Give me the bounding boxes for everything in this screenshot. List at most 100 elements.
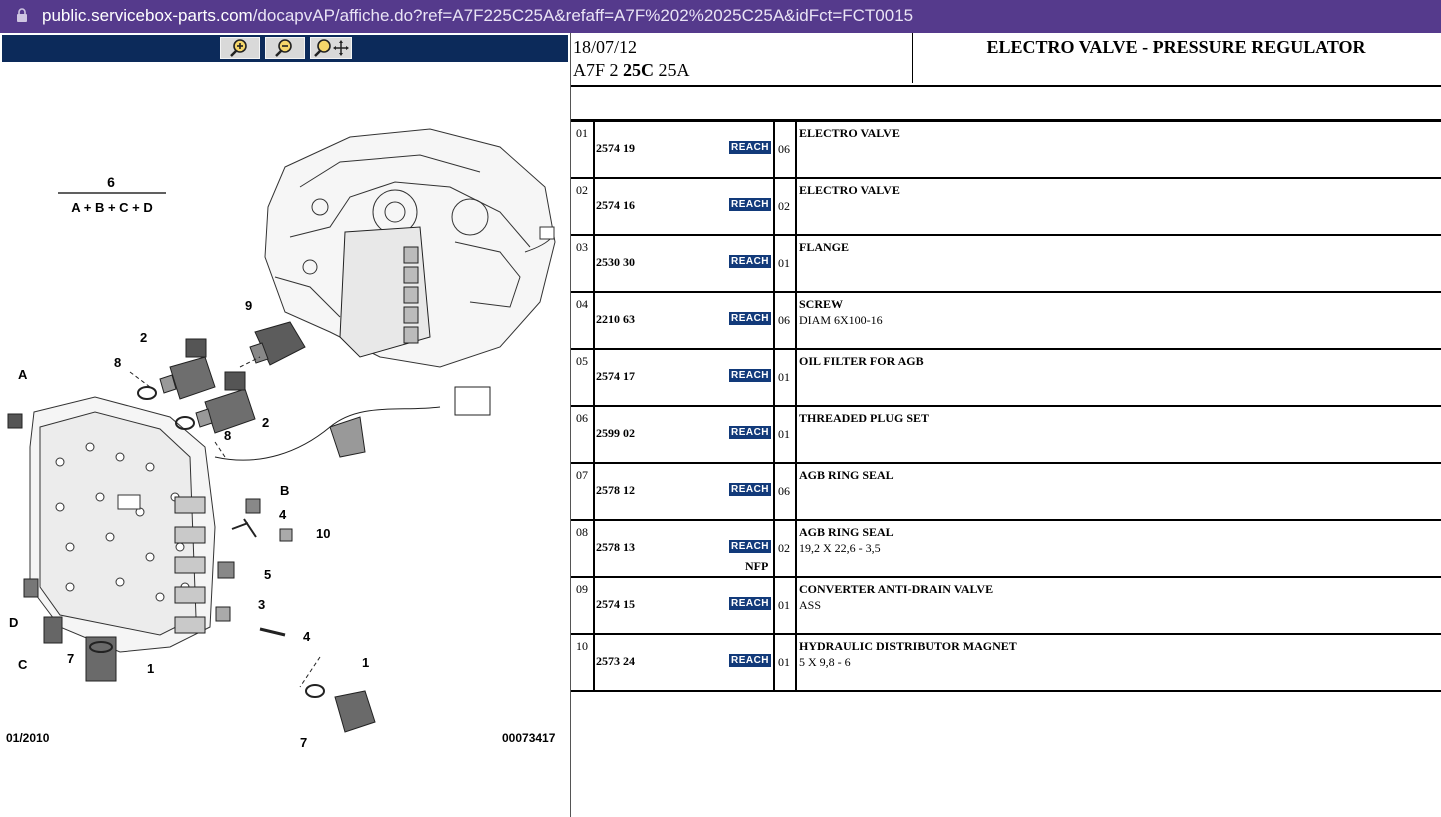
row-number: 01 <box>576 126 588 140</box>
quantity: 01 <box>778 256 790 270</box>
part-reference[interactable]: 2574 19 <box>596 141 635 156</box>
row-number: 04 <box>576 297 588 311</box>
part-reference[interactable]: 2573 24 <box>596 654 635 669</box>
part-detail: DIAM 6X100-16 <box>799 313 883 327</box>
row-number: 07 <box>576 468 588 482</box>
quantity: 01 <box>778 427 790 441</box>
code-prefix: A7F 2 <box>573 60 624 80</box>
callout-2a: 2 <box>140 330 147 345</box>
row-number: 03 <box>576 240 588 254</box>
reach-badge[interactable]: REACH <box>729 483 771 496</box>
table-row[interactable]: 02 2574 16 REACH 02 ELECTRO VALVE <box>571 179 1441 236</box>
callout-A: A <box>18 367 28 382</box>
row-number: 06 <box>576 411 588 425</box>
callout-8a: 8 <box>114 355 121 370</box>
quantity: 02 <box>778 541 790 555</box>
exploded-parts-diagram[interactable]: 6 A + B + C + D A B C D 1 1 2 2 3 4 4 5 … <box>0 67 570 807</box>
reach-badge[interactable]: REACH <box>729 255 771 268</box>
part-name: CONVERTER ANTI-DRAIN VALVE <box>799 582 994 596</box>
table-row[interactable]: 10 2573 24 REACH 01 HYDRAULIC DISTRIBUTOR MA… <box>571 635 1441 692</box>
address-bar[interactable]: public.servicebox-parts.com/docapvAP/aff… <box>0 0 1441 33</box>
quantity: 01 <box>778 598 790 612</box>
quantity: 01 <box>778 655 790 669</box>
header-spacer <box>571 87 1441 122</box>
header-date: 18/07/12 <box>573 37 638 57</box>
row-number: 08 <box>576 525 588 539</box>
reach-badge[interactable]: REACH <box>729 312 771 325</box>
row-number: 02 <box>576 183 588 197</box>
part-detail: ASS <box>799 598 822 612</box>
table-row[interactable]: 08 2578 13 REACH 02 NFP AGB RING SEAL 19,2 X 2… <box>571 521 1441 578</box>
part-name: OIL FILTER FOR AGB <box>799 354 924 368</box>
row-number: 09 <box>576 582 588 596</box>
url-host: public.servicebox-parts.com <box>42 6 253 25</box>
callout-10: 10 <box>316 526 330 541</box>
part-reference[interactable]: 2530 30 <box>596 255 635 270</box>
part-name: ELECTRO VALVE <box>799 183 900 197</box>
nfp-note: NFP <box>745 559 769 573</box>
zoom-out-icon <box>275 39 292 57</box>
page-title: ELECTRO VALVE - PRESSURE REGULATOR <box>986 37 1366 57</box>
zoom-in-button[interactable] <box>220 37 260 59</box>
quantity: 02 <box>778 199 790 213</box>
callout-7b: 7 <box>300 735 307 750</box>
zoom-toolbar <box>2 35 568 62</box>
callout-8b: 8 <box>224 428 231 443</box>
parts-table: 01 2574 19 REACH 06 ELECTRO VALVE 02 2574 16 RE… <box>571 122 1441 692</box>
quantity: 06 <box>778 313 790 327</box>
diagram-date: 01/2010 <box>6 731 50 745</box>
part-name: AGB RING SEAL <box>799 525 894 539</box>
callout-B: B <box>280 483 289 498</box>
part-reference[interactable]: 2574 17 <box>596 369 635 384</box>
part-reference[interactable]: 2210 63 <box>596 312 635 327</box>
part-detail: 5 X 9,8 - 6 <box>799 655 851 669</box>
quantity: 06 <box>778 484 790 498</box>
part-reference[interactable]: 2574 16 <box>596 198 635 213</box>
part-reference[interactable]: 2574 15 <box>596 597 635 612</box>
callout-5: 5 <box>264 567 271 582</box>
callout-3: 3 <box>258 597 265 612</box>
part-name: FLANGE <box>799 240 850 254</box>
table-row[interactable]: 03 2530 30 REACH 01 FLANGE <box>571 236 1441 293</box>
formula-bottom: A + B + C + D <box>71 200 153 215</box>
reach-badge[interactable]: REACH <box>729 597 771 610</box>
table-row[interactable]: 06 2599 02 REACH 01 THREADED PLUG SET <box>571 407 1441 464</box>
code-suffix: 25A <box>654 60 690 80</box>
row-number: 05 <box>576 354 588 368</box>
reach-badge[interactable]: REACH <box>729 654 771 667</box>
reach-badge[interactable]: REACH <box>729 426 771 439</box>
callout-4a: 4 <box>279 507 287 522</box>
callout-7a: 7 <box>67 651 74 666</box>
part-reference[interactable]: 2599 02 <box>596 426 635 441</box>
callout-1b: 1 <box>362 655 369 670</box>
zoom-out-button[interactable] <box>265 37 305 59</box>
callout-C: C <box>18 657 28 672</box>
table-row[interactable]: 05 2574 17 REACH 01 OIL FILTER FOR AGB <box>571 350 1441 407</box>
table-row[interactable]: 09 2574 15 REACH 01 CONVERTER ANTI-DRAIN VAL… <box>571 578 1441 635</box>
reach-badge[interactable]: REACH <box>729 141 771 154</box>
callout-2b: 2 <box>262 415 269 430</box>
part-detail: 19,2 X 22,6 - 3,5 <box>799 541 881 555</box>
code-bold: 25C <box>623 60 655 80</box>
formula-top: 6 <box>107 174 115 190</box>
url-path: /docapvAP/affiche.do?ref=A7F225C25A&refa… <box>252 6 914 25</box>
header-code: A7F 2 25C 25A <box>573 60 690 81</box>
table-row[interactable]: 07 2578 12 REACH 06 AGB RING SEAL <box>571 464 1441 521</box>
diagram-pane: 6 A + B + C + D A B C D 1 1 2 2 3 4 4 5 … <box>0 33 570 817</box>
part-reference[interactable]: 2578 12 <box>596 483 635 498</box>
url-text[interactable]: public.servicebox-parts.com/docapvAP/aff… <box>42 6 913 26</box>
callout-4b: 4 <box>303 629 311 644</box>
zoom-in-icon <box>230 39 247 57</box>
parts-pane: 18/07/12 A7F 2 25C 25A ELECTRO VALVE - P… <box>571 33 1441 817</box>
table-row[interactable]: 01 2574 19 REACH 06 ELECTRO VALVE <box>571 122 1441 179</box>
lock-icon <box>17 8 27 22</box>
row-number: 10 <box>576 639 588 653</box>
part-name: THREADED PLUG SET <box>799 411 930 425</box>
quantity: 01 <box>778 370 790 384</box>
reach-badge[interactable]: REACH <box>729 540 771 553</box>
reach-badge[interactable]: REACH <box>729 198 771 211</box>
reach-badge[interactable]: REACH <box>729 369 771 382</box>
part-reference[interactable]: 2578 13 <box>596 540 635 555</box>
zoom-pan-button[interactable] <box>310 37 352 59</box>
table-row[interactable]: 04 2210 63 REACH 06 SCREW DIAM 6X100-16 <box>571 293 1441 350</box>
